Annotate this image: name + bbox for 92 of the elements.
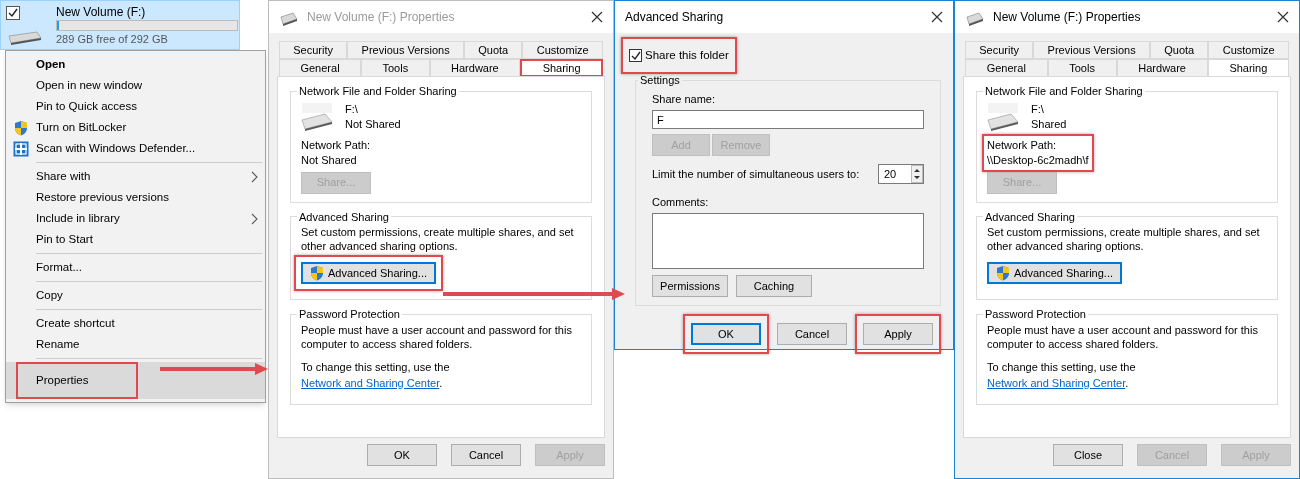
menu-item[interactable]: Turn on BitLocker: [6, 117, 265, 138]
shield-icon: [309, 265, 324, 281]
number-field[interactable]: 20: [878, 164, 924, 185]
dialog-button[interactable]: Cancel: [451, 444, 521, 466]
tab[interactable]: Quota: [1149, 41, 1209, 59]
tab[interactable]: Tools: [1047, 59, 1117, 77]
network-path: \\Desktop-6c2madh\f: [987, 152, 1089, 168]
shield-icon: [995, 265, 1010, 281]
defender-icon: [13, 140, 29, 157]
tab[interactable]: Sharing: [520, 59, 603, 77]
share-status: Not Shared: [345, 116, 401, 132]
drive-tile[interactable]: New Volume (F:) 289 GB free of 292 GB: [0, 0, 240, 50]
check-icon: [630, 50, 641, 61]
close-icon: [1277, 11, 1289, 23]
description-text: People must have a user account and password for this computer to access shared folders.: [987, 322, 1259, 351]
checkbox-label: Share this folder: [645, 48, 729, 63]
group-title: Network File and Folder Sharing: [984, 84, 1144, 99]
field-label: Limit the number of simultaneous users to:: [652, 167, 860, 182]
menu-item[interactable]: Pin to Start: [6, 229, 265, 250]
tab[interactable]: Security: [279, 41, 348, 59]
network-path: Not Shared: [301, 152, 358, 168]
network-sharing-link[interactable]: Network and Sharing Center: [987, 377, 1126, 389]
field-label: Comments:: [652, 195, 710, 211]
drive-path: F:\: [345, 101, 359, 117]
description-text: People must have a user account and password for this computer to access shared folders.: [301, 322, 573, 351]
share-status: Shared: [1031, 116, 1067, 132]
dialog-button[interactable]: OK: [691, 322, 761, 345]
menu-item[interactable]: Share with: [6, 166, 265, 187]
menu-item[interactable]: Copy: [6, 285, 265, 306]
drive-path: F:\: [1031, 101, 1045, 117]
tab[interactable]: Customize: [1208, 41, 1289, 59]
description-text: Set custom permissions, create multiple shares, and set other advanced sharing options.: [301, 225, 575, 253]
chevron-icon: [251, 212, 259, 225]
network-path-label: Network Path:: [987, 137, 1058, 153]
window-title: New Volume (F:) Properties: [307, 9, 455, 26]
free-space-text: 289 GB free of 292 GB: [56, 33, 168, 46]
hint-text: To change this setting, use the Network and Sharing Center.: [301, 359, 451, 391]
share-name-field[interactable]: F: [652, 110, 924, 130]
chevron-icon: [251, 170, 259, 183]
menu-item[interactable]: Properties: [6, 362, 265, 400]
menu-item[interactable]: Include in library: [6, 208, 265, 229]
tab[interactable]: Security: [965, 41, 1034, 59]
stepper-icon: [911, 165, 923, 184]
tab[interactable]: Hardware: [1116, 59, 1208, 77]
tab[interactable]: Hardware: [429, 59, 521, 77]
group-title: Advanced Sharing: [298, 209, 390, 225]
advanced-sharing-button[interactable]: Advanced Sharing...: [987, 262, 1122, 284]
tab[interactable]: Quota: [463, 41, 523, 59]
menu-item[interactable]: Create shortcut: [6, 313, 265, 334]
menu-item[interactable]: Scan with Windows Defender...: [6, 138, 265, 159]
hint-text: To change this setting, use the Network and Sharing Center.: [987, 359, 1137, 391]
group-title: Network File and Folder Sharing: [298, 84, 458, 99]
menu-item[interactable]: Open: [6, 54, 265, 75]
drive-label: New Volume (F:): [56, 4, 146, 21]
dialog-button[interactable]: OK: [367, 444, 437, 466]
description-text: Set custom permissions, create multiple shares, and set other advanced sharing options.: [987, 225, 1261, 253]
drive-icon: [987, 101, 1019, 132]
comments-field[interactable]: [652, 212, 924, 269]
field-label: Share name:: [652, 91, 716, 107]
close-icon: [591, 11, 603, 23]
menu-item[interactable]: Format...: [6, 257, 265, 278]
tab[interactable]: Previous Versions: [347, 41, 464, 59]
check-icon: [8, 8, 18, 18]
permissions-button[interactable]: Permissions: [652, 274, 728, 297]
network-sharing-link[interactable]: Network and Sharing Center: [301, 377, 440, 389]
menu-item[interactable]: Pin to Quick access: [6, 96, 265, 117]
drive-icon: [301, 101, 333, 132]
advanced-sharing-button[interactable]: Advanced Sharing...: [301, 262, 436, 284]
network-path-label: Network Path:: [301, 137, 371, 153]
group-title: Password Protection: [298, 307, 401, 322]
tab[interactable]: Sharing: [1207, 59, 1289, 77]
dialog-button[interactable]: Close: [1053, 444, 1123, 466]
checkbox[interactable]: [629, 49, 642, 63]
tab[interactable]: General: [279, 59, 362, 77]
group-title: Advanced Sharing: [984, 209, 1076, 225]
tab[interactable]: Customize: [522, 41, 603, 59]
checkbox[interactable]: [6, 6, 20, 20]
menu-item[interactable]: Rename: [6, 334, 265, 355]
group-title: Password Protection: [984, 307, 1087, 322]
tab[interactable]: General: [965, 59, 1048, 77]
group-title: Settings: [639, 73, 681, 89]
tab[interactable]: Previous Versions: [1033, 41, 1150, 59]
caching-button[interactable]: Caching: [736, 274, 812, 297]
menu-item[interactable]: Restore previous versions: [6, 187, 265, 208]
menu-item[interactable]: Open in new window: [6, 75, 265, 96]
close-icon: [931, 11, 943, 23]
window-title: New Volume (F:) Properties: [993, 9, 1141, 26]
dialog-button[interactable]: Cancel: [777, 322, 847, 345]
window-title: Advanced Sharing: [625, 9, 724, 26]
tab[interactable]: Tools: [361, 59, 430, 77]
shield-icon: [14, 119, 28, 136]
dialog-button[interactable]: Apply: [863, 322, 933, 345]
